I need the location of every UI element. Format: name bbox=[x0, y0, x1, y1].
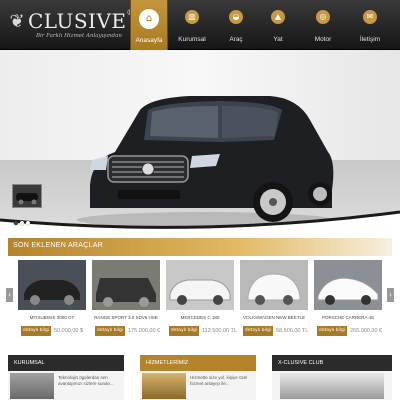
slider-dot[interactable] bbox=[14, 221, 18, 225]
vehicle-name: PORSCHE CARRERA 4S bbox=[321, 315, 374, 320]
site-header: ❦ CLUSIVE® Bir Farklı Hizmet Anlayışında… bbox=[0, 0, 400, 50]
info-box-kurumsal[interactable]: KURUMSAL Teknolojin ögelerdan sen avanta… bbox=[8, 355, 124, 400]
info-box-image bbox=[142, 373, 186, 399]
vehicle-price: 175.000,00 € bbox=[128, 328, 161, 334]
nav-item-motor[interactable]: ◎ Motor bbox=[304, 0, 342, 50]
info-box-title: X-CLUSIVE CLUB bbox=[272, 355, 392, 371]
latest-vehicles-header: SON EKLENEN ARAÇLAR bbox=[8, 238, 392, 256]
nav-item-arac[interactable]: ◒ Araç bbox=[218, 0, 254, 50]
vehicle-name: MERCEDES C 180 bbox=[180, 315, 220, 320]
info-box-body: Hizmette size yol, kişiye özel hizmet an… bbox=[140, 371, 256, 400]
motorcycle-icon: ◎ bbox=[316, 10, 330, 24]
details-button[interactable]: detaylı bilgi bbox=[95, 326, 125, 336]
info-box-body bbox=[272, 371, 392, 400]
info-box-hizmetlerimiz[interactable]: HİZMETLERİMİZ Hizmette size yol, kişiye … bbox=[140, 355, 256, 400]
vehicle-card[interactable]: PORSCHE CARRERA 4S detaylı bilgi 265.000… bbox=[314, 260, 382, 342]
vehicle-name: MITSUBISHI 3000 GT bbox=[29, 315, 75, 320]
nav-label: Yat bbox=[273, 36, 283, 43]
nav-label: İletişim bbox=[359, 36, 381, 43]
info-box-title: KURUMSAL bbox=[8, 355, 124, 371]
vehicle-name: RANGE SPORT 3.0 SDV6 HSE bbox=[94, 315, 158, 320]
details-button[interactable]: detaylı bilgi bbox=[317, 326, 347, 336]
main-nav: ⌂ Anasayfa ▥ Kurumsal ◒ Araç ▲ Yat ◎ Mot… bbox=[126, 0, 400, 50]
nav-label: Anasayfa bbox=[135, 37, 163, 44]
vehicle-card[interactable]: MERCEDES C 180 detaylı bilgi 112.500,00 … bbox=[166, 260, 237, 342]
info-box-image bbox=[10, 373, 54, 399]
slider-thumbnail[interactable] bbox=[12, 184, 42, 208]
vehicle-price: 112.500,00 TL bbox=[202, 328, 237, 334]
nav-label: Araç bbox=[229, 36, 243, 43]
chevron-right-icon[interactable]: › bbox=[387, 288, 394, 302]
info-boxes: KURUMSAL Teknolojin ögelerdan sen avanta… bbox=[8, 355, 392, 400]
section-title: SON EKLENEN ARAÇLAR bbox=[13, 242, 104, 249]
vehicle-price: 265.000,00 € bbox=[350, 328, 383, 334]
info-box-title: HİZMETLERİMİZ bbox=[140, 355, 256, 371]
info-box-text: Teknolojin ögelerdan sen avantajımızı si… bbox=[58, 375, 114, 386]
info-box-text: Hizmette size yol, kişiye özel hizmet an… bbox=[190, 375, 248, 386]
home-icon: ⌂ bbox=[139, 9, 159, 29]
logo-tagline: Bir Farklı Hizmet Anlayışından bbox=[36, 33, 122, 39]
slider-dot[interactable] bbox=[20, 221, 24, 225]
nav-item-iletisim[interactable]: ✉ İletişim bbox=[350, 0, 390, 50]
details-button[interactable]: detaylı bilgi bbox=[243, 326, 273, 336]
slider-dots bbox=[14, 212, 42, 225]
vehicle-card[interactable]: MITSUBISHI 3000 GT detaylı bilgi 50.000,… bbox=[18, 260, 86, 342]
info-box-club[interactable]: X-CLUSIVE CLUB bbox=[272, 355, 392, 400]
vehicle-price: 50.000,00 $ bbox=[54, 328, 84, 334]
vehicle-image bbox=[166, 260, 234, 310]
vehicle-name: VOLKSWAGEN NEW BEETLE bbox=[242, 315, 306, 320]
vehicle-image bbox=[240, 260, 308, 310]
slider-dot[interactable] bbox=[26, 221, 30, 225]
details-button[interactable]: detaylı bilgi bbox=[169, 326, 199, 336]
nav-item-kurumsal[interactable]: ▥ Kurumsal bbox=[172, 0, 212, 50]
nav-item-anasayfa[interactable]: ⌂ Anasayfa bbox=[130, 0, 168, 50]
contact-icon: ✉ bbox=[363, 10, 377, 24]
vehicle-card[interactable]: VOLKSWAGEN NEW BEETLE detaylı bilgi 58.5… bbox=[240, 260, 308, 342]
details-button[interactable]: detaylı bilgi bbox=[21, 326, 51, 336]
vehicle-image bbox=[314, 260, 382, 310]
nav-label: Motor bbox=[314, 36, 332, 43]
info-box-image bbox=[280, 373, 384, 399]
boat-icon: ▲ bbox=[271, 10, 285, 24]
site-logo[interactable]: ❦ CLUSIVE® Bir Farklı Hizmet Anlayışında… bbox=[6, 9, 133, 43]
nav-label: Kurumsal bbox=[178, 36, 206, 43]
car-icon: ◒ bbox=[229, 10, 243, 24]
vehicle-image bbox=[92, 260, 160, 310]
winged-emblem-icon: ❦ bbox=[9, 11, 25, 32]
logo-text: CLUSIVE® bbox=[28, 9, 134, 33]
info-box-body: Teknolojin ögelerdan sen avantajımızı si… bbox=[8, 371, 124, 400]
hero-bottom-wave bbox=[0, 210, 400, 236]
vehicle-image bbox=[18, 260, 86, 310]
vehicle-price: 58.500,00 TL bbox=[276, 328, 309, 334]
chevron-left-icon[interactable]: ‹ bbox=[6, 288, 13, 302]
building-icon: ▥ bbox=[185, 10, 199, 24]
hero-slider[interactable] bbox=[0, 50, 400, 236]
vehicle-carousel: ‹ MITSUBISHI 3000 GT detaylı bilgi 50.00… bbox=[6, 260, 394, 342]
page: ❦ CLUSIVE® Bir Farklı Hizmet Anlayışında… bbox=[0, 0, 400, 400]
nav-item-yat[interactable]: ▲ Yat bbox=[260, 0, 296, 50]
vehicle-card[interactable]: RANGE SPORT 3.0 SDV6 HSE detaylı bilgi 1… bbox=[92, 260, 160, 342]
